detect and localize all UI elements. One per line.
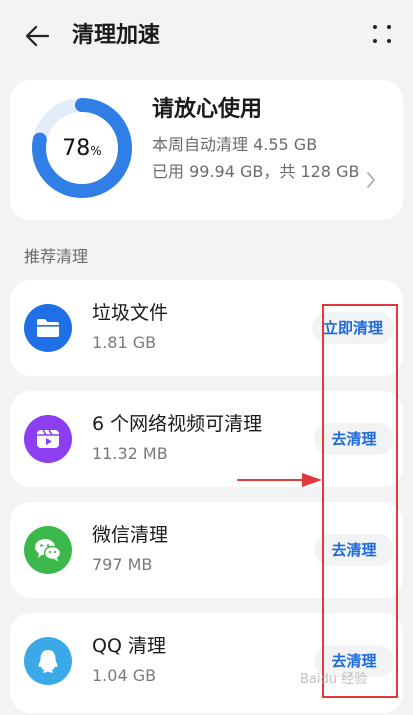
back-button[interactable]: [22, 20, 54, 52]
storage-percent-value: 78: [62, 135, 91, 161]
chevron-right-icon: [367, 172, 375, 188]
app-header: 清理加速: [0, 0, 413, 70]
item-size: 11.32 MB: [92, 444, 168, 463]
item-title: 垃圾文件: [92, 302, 169, 324]
arrow-left-icon: [25, 25, 50, 47]
wechat-icon: [24, 526, 72, 574]
storage-status-title: 请放心使用: [152, 97, 263, 122]
more-dots-icon: [373, 25, 377, 29]
more-button[interactable]: [370, 22, 396, 48]
folder-icon: [24, 304, 72, 352]
storage-card[interactable]: 78% 请放心使用 本周自动清理 4.55 GB 已用 99.94 GB，共 1…: [10, 80, 403, 220]
weekly-auto-clean-text: 本周自动清理 4.55 GB: [152, 135, 318, 154]
item-title: 微信清理: [92, 524, 169, 546]
item-size: 1.04 GB: [92, 666, 157, 685]
annotation-highlight-box: [322, 304, 398, 698]
watermark: Baidu 经验: [300, 672, 368, 687]
item-title: 6 个网络视频可清理: [92, 413, 263, 435]
storage-usage-text: 已用 99.94 GB，共 128 GB: [152, 162, 360, 181]
storage-percent: 78%: [30, 96, 134, 200]
section-label-recommended: 推荐清理: [24, 247, 89, 266]
item-title: QQ 清理: [92, 635, 166, 657]
page-title: 清理加速: [72, 23, 161, 48]
video-icon: [24, 415, 72, 463]
storage-percent-sign: %: [90, 144, 102, 158]
annotation-arrow-icon: [237, 473, 322, 487]
qq-icon: [24, 637, 72, 685]
item-size: 1.81 GB: [92, 333, 157, 352]
item-size: 797 MB: [92, 555, 153, 574]
